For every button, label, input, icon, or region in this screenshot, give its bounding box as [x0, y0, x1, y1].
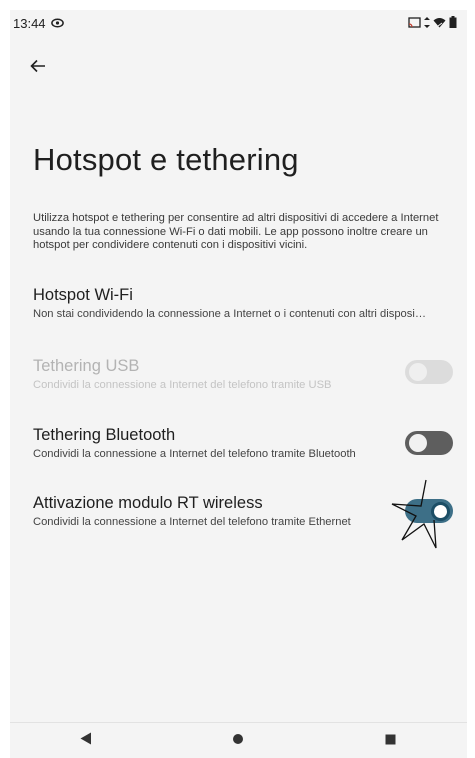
setting-tethering-bluetooth[interactable]: Tethering Bluetooth Condividi la conness…	[33, 425, 453, 461]
setting-summary: Condividi la connessione a Internet del …	[33, 379, 332, 391]
setting-title: Tethering Bluetooth	[33, 426, 176, 444]
nav-recents-icon	[385, 732, 396, 750]
nav-home-icon	[232, 732, 244, 750]
nav-back-button[interactable]	[66, 726, 106, 756]
intro-text: Utilizza hotspot e tethering per consent…	[33, 212, 439, 251]
setting-summary: Non stai condividendo la connessione a I…	[33, 308, 427, 320]
back-button[interactable]	[24, 54, 52, 82]
settings-screen: 13:44 Hotspot e tethering Utilizza hotsp…	[10, 10, 467, 758]
eye-icon	[50, 16, 64, 31]
usb-tethering-switch	[405, 360, 453, 384]
data-arrows-icon	[424, 16, 430, 31]
nav-recents-button[interactable]	[371, 726, 411, 756]
switch-knob	[409, 434, 427, 452]
navigation-bar	[10, 722, 467, 758]
setting-hotspot-wifi[interactable]: Hotspot Wi-Fi Non stai condividendo la c…	[33, 285, 453, 321]
switch-knob	[409, 363, 427, 381]
cast-icon	[408, 16, 421, 31]
setting-tethering-usb: Tethering USB Condividi la connessione a…	[33, 356, 453, 392]
nav-back-icon	[80, 732, 92, 750]
bluetooth-tethering-switch[interactable]	[405, 431, 453, 455]
page-title: Hotspot e tethering	[33, 142, 299, 177]
status-bar: 13:44	[10, 10, 467, 36]
setting-summary: Condividi la connessione a Internet del …	[33, 448, 356, 460]
nav-home-button[interactable]	[218, 726, 258, 756]
wifi-icon	[433, 16, 446, 31]
setting-title: Tethering USB	[33, 357, 140, 375]
arrow-left-icon	[30, 59, 46, 78]
sparkle-burst-icon	[391, 479, 437, 549]
battery-icon	[449, 15, 457, 31]
status-time: 13:44	[13, 15, 46, 31]
setting-title: Hotspot Wi-Fi	[33, 286, 133, 304]
